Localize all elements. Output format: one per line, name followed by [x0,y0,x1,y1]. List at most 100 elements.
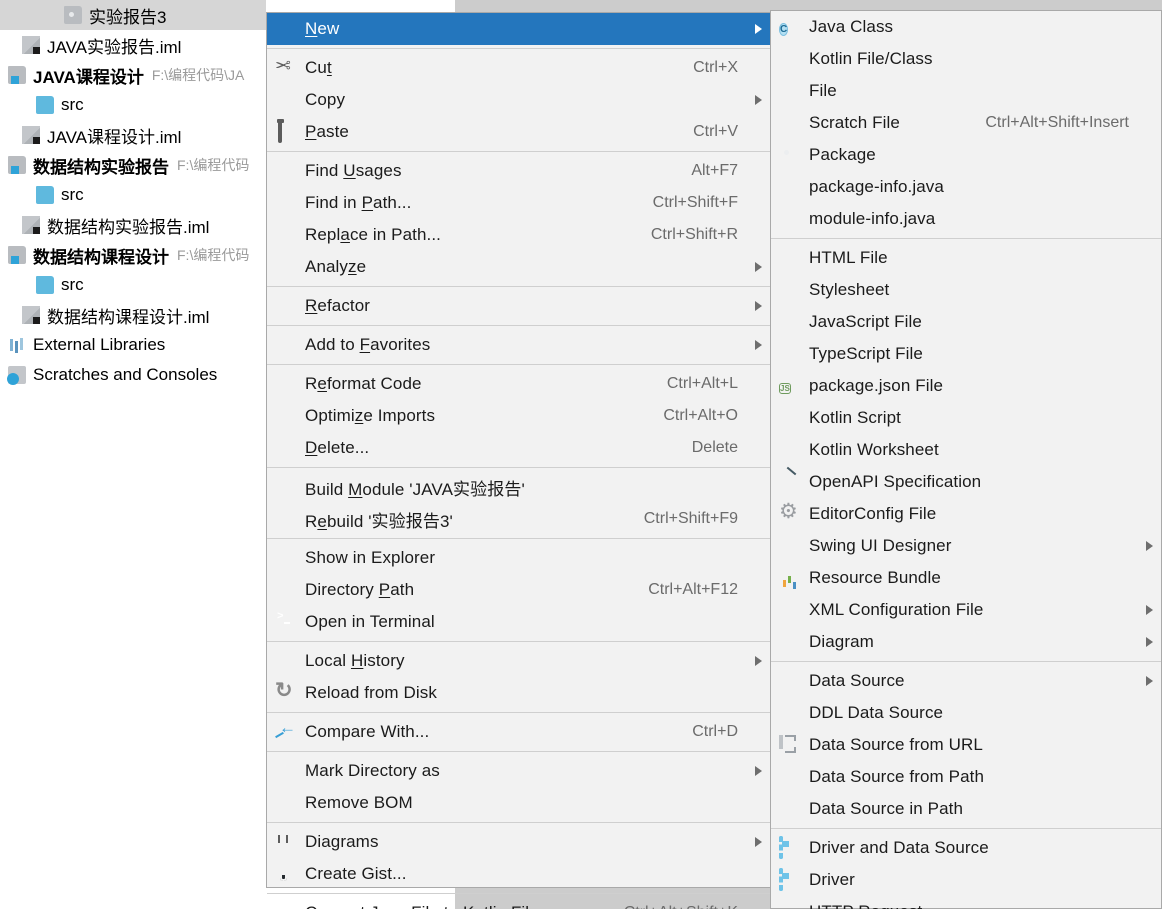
new-submenu-item[interactable]: Jpackage-info.java [771,171,1161,203]
context-menu-item[interactable]: New [267,13,770,45]
project-context-menu[interactable]: New Cut Ctrl+X Copy Paste Ctrl+V Find Usages Al… [266,12,771,909]
new-submenu-item[interactable]: Diagram [771,626,1161,658]
context-menu-item-shortcut: Ctrl+Shift+F [652,194,738,211]
new-submenu[interactable]: C Java Class Kotlin File/Class File Scratch … [770,10,1162,909]
context-menu-item-label: Create Gist... [305,864,407,883]
new-submenu-item[interactable]: <> XML Configuration File [771,594,1161,626]
context-menu-item[interactable]: Directory Path Ctrl+Alt+F12 [267,574,770,606]
new-submenu-item[interactable]: JS package.json File [771,370,1161,402]
new-submenu-item[interactable]: Package [771,139,1161,171]
context-menu-item[interactable]: Paste Ctrl+V [267,116,770,148]
new-submenu-item-label: Kotlin Worksheet [809,440,939,459]
context-menu-item-label: Directory Path [305,580,415,599]
context-menu-item-label: Open in Terminal [305,612,435,631]
new-submenu-item-label: Data Source [809,671,905,690]
context-menu-item[interactable]: Reformat Code Ctrl+Alt+L [267,368,770,400]
new-submenu-item[interactable]: DDL DDL Data Source [771,697,1161,729]
tree-row[interactable]: 实验报告3 [0,0,266,30]
new-submenu-item[interactable]: JS JavaScript File [771,306,1161,338]
context-menu-item-label: Cut [305,58,332,77]
scratch-file-icon [779,113,801,133]
new-submenu-item[interactable]: Scratch File Ctrl+Alt+Shift+Insert [771,107,1161,139]
context-menu-item[interactable]: Compare With... Ctrl+D [267,716,770,748]
context-menu-item-label: Add to Favorites [305,335,431,354]
tree-row[interactable]: 数据结构课程设计.iml [0,300,266,330]
context-menu-item-label: Compare With... [305,722,430,741]
context-menu-item[interactable]: Build Module 'JAVA实验报告' [267,471,770,503]
new-submenu-item[interactable]: Driver [771,864,1161,896]
context-menu-item[interactable]: Add to Favorites [267,329,770,361]
new-submenu-item[interactable]: Kotlin File/Class [771,43,1161,75]
context-menu-item[interactable]: Copy [267,84,770,116]
context-menu-item[interactable]: Remove BOM [267,787,770,819]
new-submenu-item[interactable]: Kotlin Worksheet [771,434,1161,466]
context-menu-item[interactable]: Optimize Imports Ctrl+Alt+O [267,400,770,432]
new-submenu-item[interactable]: Data Source in Path [771,793,1161,825]
context-menu-item[interactable]: Delete... Delete [267,432,770,464]
context-menu-item[interactable]: Refactor [267,290,770,322]
context-menu-item-label: Mark Directory as [305,761,440,780]
new-submenu-item[interactable]: Resource Bundle [771,562,1161,594]
context-menu-item[interactable]: Reload from Disk [267,677,770,709]
tree-row[interactable]: 数据结构实验报告 F:\编程代码 [0,150,266,180]
context-menu-item-label: Copy [305,90,346,109]
tree-row[interactable]: JAVA课程设计 F:\编程代码\JA [0,60,266,90]
tree-row[interactable]: src [0,90,266,120]
folder-blue-icon [36,276,54,294]
menu-separator [771,828,1161,829]
context-menu-item[interactable]: Convert Java File to Kotlin File Ctrl+Alt… [267,897,770,909]
context-menu-item[interactable]: Cut Ctrl+X [267,52,770,84]
context-menu-item[interactable]: Create Gist... [267,858,770,890]
tree-row[interactable]: Scratches and Consoles [0,360,266,390]
context-menu-item[interactable]: Show in Explorer [267,542,770,574]
menu-item-icon-empty [275,90,297,110]
menu-item-icon-empty [275,903,297,909]
tree-row[interactable]: JAVA课程设计.iml [0,120,266,150]
tree-row[interactable]: External Libraries [0,330,266,360]
new-submenu-item[interactable]: Kotlin Script [771,402,1161,434]
new-submenu-item[interactable]: TS TypeScript File [771,338,1161,370]
context-menu-item[interactable]: Rebuild '实验报告3' Ctrl+Shift+F9 [267,503,770,535]
context-menu-item[interactable]: Replace in Path... Ctrl+Shift+R [267,219,770,251]
module-file-icon [22,36,40,54]
context-menu-item[interactable]: Diagrams [267,826,770,858]
driver-icon [779,868,801,891]
new-submenu-item[interactable]: API HTTP Request [771,896,1161,909]
new-submenu-item[interactable]: C Java Class [771,11,1161,43]
new-submenu-item-label: File [809,81,837,100]
tree-item-label: External Libraries [33,335,166,354]
new-submenu-item[interactable]: H HTML File [771,242,1161,274]
context-menu-item[interactable]: Find in Path... Ctrl+Shift+F [267,187,770,219]
packagejson-icon: JS [779,376,801,396]
tree-item-label: src [61,185,84,204]
menu-separator [267,538,770,539]
new-submenu-item[interactable]: Driver and Data Source [771,832,1161,864]
new-submenu-item[interactable]: File [771,75,1161,107]
tree-row[interactable]: src [0,180,266,210]
new-submenu-item-label: module-info.java [809,209,936,228]
menu-item-icon-empty [275,548,297,568]
folder-blue-icon [36,96,54,114]
driver-icon [779,836,801,859]
project-tree-panel[interactable]: 实验报告3 JAVA实验报告.iml JAVA课程设计 F:\编程代码\JA src JA… [0,0,266,909]
context-menu-item[interactable]: Open in Terminal [267,606,770,638]
tree-row[interactable]: 数据结构实验报告.iml [0,210,266,240]
tree-row[interactable]: 数据结构课程设计 F:\编程代码 [0,240,266,270]
new-submenu-item[interactable]: Swing UI Designer [771,530,1161,562]
context-menu-item[interactable]: Local History [267,645,770,677]
context-menu-item[interactable]: Find Usages Alt+F7 [267,155,770,187]
new-submenu-item[interactable]: OpenAPI Specification [771,466,1161,498]
new-submenu-item[interactable]: Data Source from URL [771,729,1161,761]
new-submenu-item-label: Package [809,145,876,164]
new-submenu-item[interactable]: EditorConfig File [771,498,1161,530]
new-submenu-item-label: Stylesheet [809,280,890,299]
tree-row[interactable]: JAVA实验报告.iml [0,30,266,60]
context-menu-item[interactable]: Mark Directory as [267,755,770,787]
context-menu-item[interactable]: Analyze [267,251,770,283]
new-submenu-item[interactable]: Data Source from Path [771,761,1161,793]
menu-separator [267,712,770,713]
new-submenu-item[interactable]: Jmodule-info.java [771,203,1161,235]
new-submenu-item[interactable]: Data Source [771,665,1161,697]
tree-row[interactable]: src [0,270,266,300]
new-submenu-item[interactable]: CSS Stylesheet [771,274,1161,306]
